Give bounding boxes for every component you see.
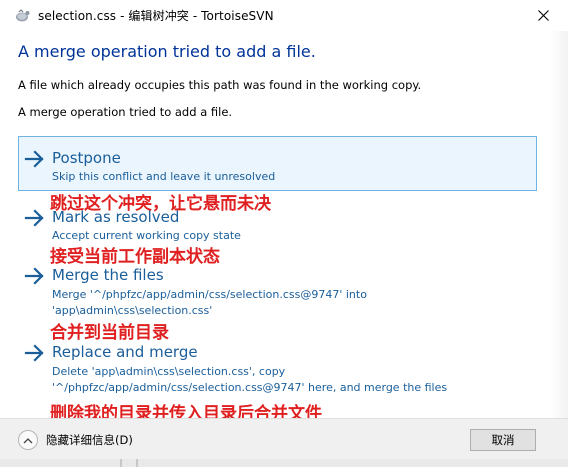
details-toggle-button[interactable] [18, 430, 38, 450]
command-title: Mark as resolved [52, 208, 180, 226]
content-text-line2: A merge operation tried to add a file. [18, 105, 233, 119]
close-button[interactable] [520, 0, 566, 31]
command-link-replace-merge[interactable]: Replace and merge Delete 'app\admin\css\… [24, 343, 534, 395]
command-desc-line2: 'app\admin\css\selection.css' [52, 304, 213, 317]
command-title: Replace and merge [52, 343, 198, 361]
arrow-right-icon [24, 209, 44, 227]
arrow-right-icon [24, 267, 44, 285]
arrow-right-icon [24, 344, 44, 362]
details-toggle-label[interactable]: 隐藏详细信息(D) [46, 432, 133, 448]
window-edge-shade [549, 0, 568, 467]
main-instruction: A merge operation tried to add a file. [18, 42, 316, 61]
command-title: Postpone [52, 149, 121, 167]
close-icon [537, 10, 549, 21]
tortoisesvn-icon [16, 9, 30, 22]
window-bottom-strip [0, 459, 568, 467]
tree-conflict-dialog: selection.css - 编辑树冲突 - TortoiseSVN A me… [0, 0, 568, 467]
command-link-merge-files[interactable]: Merge the files Merge '^/phpfzc/app/admi… [24, 266, 534, 318]
annotation-mark-resolved: 接受当前工作副本状态 [50, 247, 220, 267]
strip-divider [120, 459, 122, 467]
command-link-postpone[interactable]: Postpone Skip this conflict and leave it… [24, 149, 534, 189]
content-text-line1: A file which already occupies this path … [18, 78, 422, 92]
cancel-button[interactable]: 取消 [470, 429, 536, 451]
command-desc: Skip this conflict and leave it unresolv… [52, 170, 276, 183]
command-desc-line1: Merge '^/phpfzc/app/admin/css/selection.… [52, 288, 367, 301]
command-title: Merge the files [52, 266, 164, 284]
command-desc: Accept current working copy state [52, 229, 241, 242]
command-desc-line1: Delete 'app\admin\css\selection.css', co… [52, 365, 286, 378]
command-link-mark-resolved[interactable]: Mark as resolved Accept current working … [24, 208, 534, 246]
strip-divider [136, 459, 138, 467]
arrow-right-icon [24, 150, 44, 168]
annotation-merge-files: 合并到当前目录 [50, 323, 169, 343]
window-title: selection.css - 编辑树冲突 - TortoiseSVN [38, 9, 274, 23]
command-desc-line2: '^/phpfzc/app/admin/css/selection.css@97… [52, 381, 448, 394]
chevron-up-icon [23, 437, 33, 443]
title-bar[interactable]: selection.css - 编辑树冲突 - TortoiseSVN [0, 0, 568, 31]
